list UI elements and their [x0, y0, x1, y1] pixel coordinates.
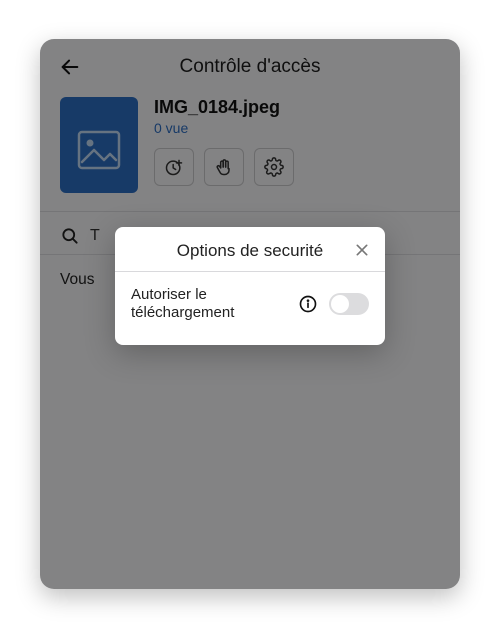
- dialog-title: Options de securité: [177, 241, 323, 261]
- info-icon: [298, 294, 318, 314]
- modal-overlay[interactable]: Options de securité Autoriser le télécha…: [40, 39, 460, 589]
- allow-download-label: Autoriser le téléchargement: [131, 286, 287, 324]
- security-options-dialog: Options de securité Autoriser le télécha…: [115, 227, 385, 346]
- toggle-knob: [331, 295, 349, 313]
- close-icon: [354, 242, 370, 258]
- app-screen: Contrôle d'accès IMG_0184.jpeg 0 vue: [40, 39, 460, 589]
- dialog-header: Options de securité: [115, 227, 385, 271]
- close-button[interactable]: [351, 239, 373, 261]
- allow-download-toggle[interactable]: [329, 293, 369, 315]
- dialog-body: Autoriser le téléchargement: [115, 272, 385, 346]
- info-button[interactable]: [297, 293, 319, 315]
